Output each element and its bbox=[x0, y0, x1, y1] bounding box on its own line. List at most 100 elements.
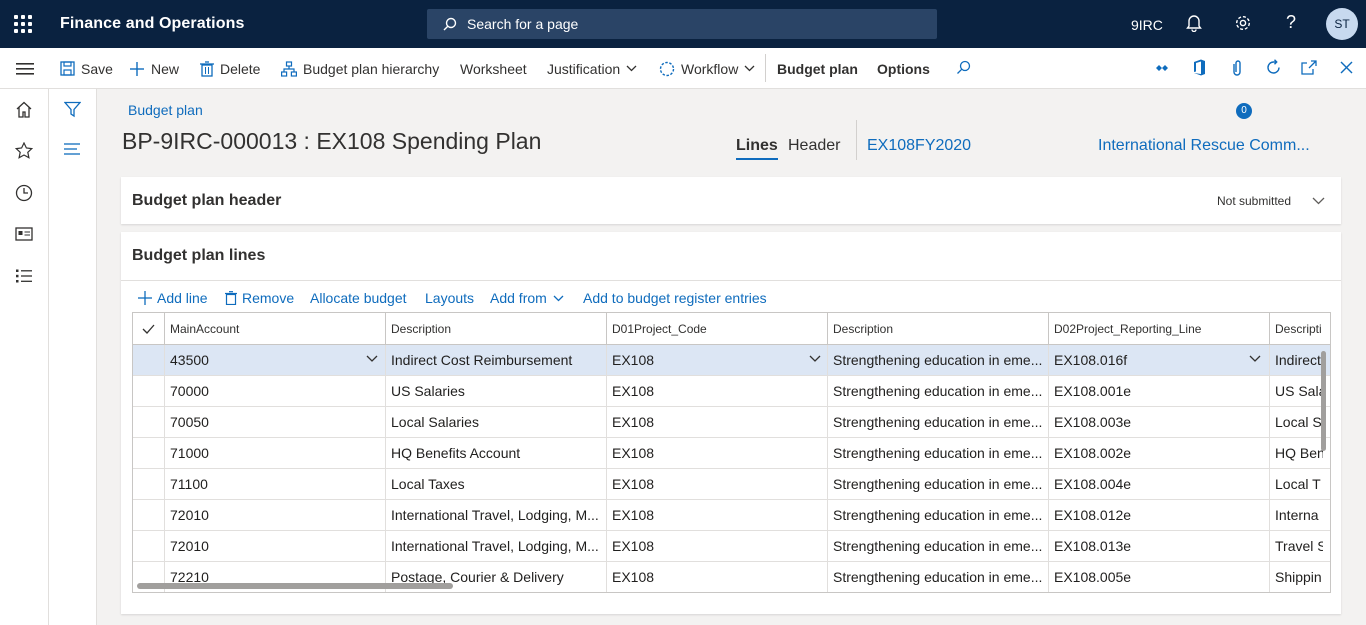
cell-line-description[interactable]: Shippin bbox=[1269, 562, 1323, 592]
modules-list-icon[interactable] bbox=[15, 269, 33, 283]
table-row[interactable]: 72010 International Travel, Lodging, M...… bbox=[133, 531, 1330, 562]
budget-plan-header-section[interactable]: Budget plan header bbox=[121, 177, 1341, 224]
cell-mainaccount[interactable]: 70000 bbox=[164, 376, 385, 407]
cell-description[interactable]: International Travel, Lodging, M... bbox=[385, 500, 606, 531]
add-to-budget-register-button[interactable]: Add to budget register entries bbox=[583, 290, 767, 306]
gear-icon[interactable] bbox=[1234, 14, 1252, 32]
cell-mainaccount[interactable]: 72010 bbox=[164, 531, 385, 562]
cell-line-description[interactable]: Local T bbox=[1269, 469, 1323, 500]
table-row[interactable]: 71100 Local Taxes EX108 Strengthening educa… bbox=[133, 469, 1330, 500]
cell-project-description[interactable]: Strengthening education in eme... bbox=[827, 345, 1048, 376]
worksheet-button[interactable]: Worksheet bbox=[460, 48, 527, 89]
cell-project-description[interactable]: Strengthening education in eme... bbox=[827, 500, 1048, 531]
home-icon[interactable] bbox=[15, 101, 33, 118]
new-button[interactable]: New bbox=[129, 48, 179, 89]
cell-line-description[interactable]: US Sala bbox=[1269, 376, 1323, 407]
related-info-icon[interactable] bbox=[64, 143, 80, 155]
cell-description[interactable]: International Travel, Lodging, M... bbox=[385, 531, 606, 562]
action-search-icon[interactable] bbox=[956, 60, 971, 75]
budget-plan-hierarchy-button[interactable]: Budget plan hierarchy bbox=[281, 48, 439, 89]
breadcrumb[interactable]: Budget plan bbox=[128, 102, 203, 118]
cell-line-description[interactable]: Indirect bbox=[1269, 345, 1323, 376]
cell-mainaccount[interactable]: 70050 bbox=[164, 407, 385, 438]
chevron-down-icon[interactable] bbox=[366, 355, 378, 363]
organization-link[interactable]: International Rescue Comm... bbox=[1098, 137, 1310, 155]
bell-icon[interactable] bbox=[1186, 14, 1202, 32]
chevron-down-icon[interactable] bbox=[1312, 197, 1325, 205]
column-header-d01-project-code[interactable]: D01Project_Code bbox=[606, 313, 827, 345]
chevron-down-icon[interactable] bbox=[1249, 355, 1261, 363]
budget-cycle-link[interactable]: EX108FY2020 bbox=[867, 137, 971, 155]
tab-header[interactable]: Header bbox=[788, 137, 840, 155]
help-icon[interactable]: ? bbox=[1286, 12, 1296, 33]
workflow-menu[interactable]: Workflow bbox=[659, 48, 761, 89]
table-row[interactable]: 70000 US Salaries EX108 Strengthening educa… bbox=[133, 376, 1330, 407]
horizontal-scrollbar[interactable] bbox=[137, 583, 453, 589]
cell-project-code[interactable]: EX108 bbox=[606, 469, 827, 500]
cell-mainaccount[interactable]: 72010 bbox=[164, 500, 385, 531]
chevron-down-icon[interactable] bbox=[809, 355, 821, 363]
cell-reporting-line[interactable]: EX108.002e bbox=[1048, 438, 1269, 469]
powerapps-icon[interactable] bbox=[1155, 62, 1169, 74]
app-title[interactable]: Finance and Operations bbox=[60, 15, 244, 33]
cell-reporting-line[interactable]: EX108.016f bbox=[1048, 345, 1269, 376]
cell-mainaccount[interactable]: 43500 bbox=[164, 345, 385, 376]
search-input[interactable]: Search for a page bbox=[427, 9, 937, 39]
cell-description[interactable]: Indirect Cost Reimbursement bbox=[385, 345, 606, 376]
tab-options[interactable]: Options bbox=[877, 48, 930, 89]
tab-budget-plan[interactable]: Budget plan bbox=[777, 48, 858, 89]
refresh-icon[interactable] bbox=[1265, 59, 1282, 76]
cell-project-code[interactable]: EX108 bbox=[606, 376, 827, 407]
cell-line-description[interactable]: Travel S bbox=[1269, 531, 1323, 562]
cell-project-description[interactable]: Strengthening education in eme... bbox=[827, 407, 1048, 438]
cell-description[interactable]: Local Salaries bbox=[385, 407, 606, 438]
cell-reporting-line[interactable]: EX108.001e bbox=[1048, 376, 1269, 407]
avatar[interactable]: ST bbox=[1326, 8, 1358, 40]
cell-mainaccount[interactable]: 71000 bbox=[164, 438, 385, 469]
table-row[interactable]: 72010 International Travel, Lodging, M...… bbox=[133, 500, 1330, 531]
tab-lines[interactable]: Lines bbox=[736, 137, 778, 160]
cell-description[interactable]: HQ Benefits Account bbox=[385, 438, 606, 469]
select-all-checkmark-icon[interactable] bbox=[142, 324, 155, 334]
cell-project-description[interactable]: Strengthening education in eme... bbox=[827, 438, 1048, 469]
table-row[interactable]: 70050 Local Salaries EX108 Strengthening ed… bbox=[133, 407, 1330, 438]
cell-description[interactable]: US Salaries bbox=[385, 376, 606, 407]
remove-button[interactable]: Remove bbox=[225, 290, 294, 306]
hamburger-menu-icon[interactable] bbox=[16, 63, 34, 75]
column-header-mainaccount[interactable]: MainAccount bbox=[164, 313, 385, 345]
cell-reporting-line[interactable]: EX108.003e bbox=[1048, 407, 1269, 438]
company-picker[interactable]: 9IRC bbox=[1131, 17, 1163, 33]
column-header-project-description[interactable]: Description bbox=[827, 313, 1048, 345]
cell-description[interactable]: Local Taxes bbox=[385, 469, 606, 500]
clock-icon[interactable] bbox=[15, 184, 33, 202]
add-line-button[interactable]: Add line bbox=[138, 290, 208, 306]
cell-reporting-line[interactable]: EX108.012e bbox=[1048, 500, 1269, 531]
layouts-button[interactable]: Layouts bbox=[425, 290, 474, 306]
justification-menu[interactable]: Justification bbox=[547, 48, 643, 89]
filter-icon[interactable] bbox=[64, 101, 81, 118]
cell-project-description[interactable]: Strengthening education in eme... bbox=[827, 531, 1048, 562]
cell-line-description[interactable]: HQ Ben bbox=[1269, 438, 1323, 469]
cell-project-code[interactable]: EX108 bbox=[606, 500, 827, 531]
cell-project-code[interactable]: EX108 bbox=[606, 438, 827, 469]
workspaces-icon[interactable] bbox=[15, 227, 33, 241]
cell-mainaccount[interactable]: 71100 bbox=[164, 469, 385, 500]
app-launcher-icon[interactable] bbox=[14, 15, 32, 33]
column-header-d02-project-reporting-line[interactable]: D02Project_Reporting_Line bbox=[1048, 313, 1269, 345]
add-from-menu[interactable]: Add from bbox=[490, 290, 569, 306]
table-row[interactable]: 43500 Indirect Cost Reimbursement EX108 Str… bbox=[133, 345, 1330, 376]
vertical-scrollbar[interactable] bbox=[1321, 351, 1326, 451]
column-header-description[interactable]: Description bbox=[385, 313, 606, 345]
close-icon[interactable] bbox=[1340, 61, 1353, 74]
attachment-icon[interactable] bbox=[1231, 59, 1243, 77]
cell-reporting-line[interactable]: EX108.004e bbox=[1048, 469, 1269, 500]
open-in-new-window-icon[interactable] bbox=[1301, 60, 1317, 75]
allocate-budget-button[interactable]: Allocate budget bbox=[310, 290, 407, 306]
column-header-line-description[interactable]: Descripti bbox=[1269, 313, 1323, 345]
cell-project-code[interactable]: EX108 bbox=[606, 345, 827, 376]
delete-button[interactable]: Delete bbox=[200, 48, 260, 89]
cell-line-description[interactable]: Local S bbox=[1269, 407, 1323, 438]
cell-reporting-line[interactable]: EX108.013e bbox=[1048, 531, 1269, 562]
star-icon[interactable] bbox=[15, 142, 33, 159]
save-button[interactable]: Save bbox=[60, 48, 113, 89]
